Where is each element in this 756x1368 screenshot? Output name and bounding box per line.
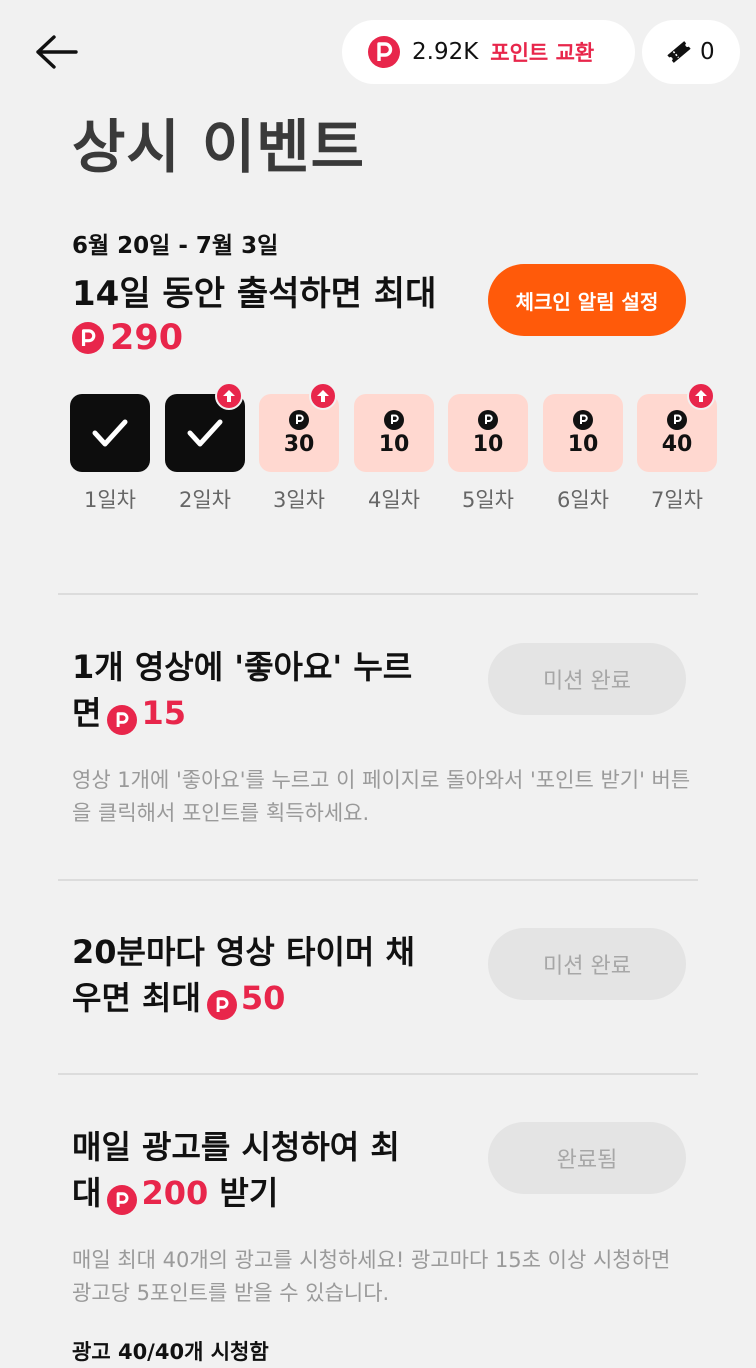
point-coin-icon <box>667 409 687 430</box>
checkin-day-5: 10 5일차 <box>448 394 528 514</box>
point-coin-icon <box>384 409 404 430</box>
point-coin-icon <box>573 409 593 430</box>
ticket-pill[interactable]: 0 <box>642 20 740 84</box>
mission-title-suffix: 받기 <box>219 1174 279 1212</box>
points-balance: 2.92K <box>412 39 479 65</box>
mission-title-line: 우면 최대 <box>72 979 201 1017</box>
points-exchange-link[interactable]: 포인트 교환 <box>490 37 594 67</box>
checkin-day-2: 2일차 <box>165 382 245 514</box>
checkin-day-label: 7일차 <box>650 488 703 512</box>
checkin-max-points: 290 <box>72 318 183 358</box>
point-coin-icon <box>478 409 498 430</box>
checkin-day-label: 2일차 <box>178 488 231 512</box>
ticket-icon <box>667 41 691 63</box>
arrow-left-icon <box>36 35 78 69</box>
checkmark-icon <box>187 419 223 447</box>
checkin-day-label: 1일차 <box>83 488 136 512</box>
checkin-title: 14일 동안 출석하면 최대 <box>72 274 437 314</box>
checkin-day-label: 6일차 <box>556 488 609 512</box>
point-coin-icon <box>72 322 104 354</box>
mission-complete-button[interactable]: 미션 완료 <box>488 643 686 715</box>
mission-title-line: 면 <box>72 694 102 732</box>
checkin-max-points-value: 290 <box>110 318 184 358</box>
point-coin-icon <box>289 409 309 430</box>
checkin-day-points: 10 <box>567 431 599 457</box>
divider <box>58 1073 698 1075</box>
checkin-day-points: 30 <box>283 431 315 457</box>
checkmark-icon <box>92 419 128 447</box>
mission-title: 매일 광고를 시청하여 최 대 200 받기 <box>72 1124 472 1216</box>
mission-title-line: 1개 영상에 '좋아요' 누르 <box>72 648 413 686</box>
mission-description: 영상 1개에 '좋아요'를 누르고 이 페이지로 돌아와서 '포인트 받기' 버… <box>72 768 691 825</box>
checkin-day-tile: 10 <box>354 394 434 472</box>
point-coin-icon <box>368 36 400 68</box>
mission-points: 15 <box>141 694 186 732</box>
mission-complete-button[interactable]: 미션 완료 <box>488 928 686 1000</box>
point-coin-icon <box>107 1185 138 1215</box>
checkin-day-label: 4일차 <box>367 488 420 512</box>
points-exchange-pill[interactable]: 2.92K 포인트 교환 <box>342 20 635 84</box>
ticket-count: 0 <box>700 39 715 65</box>
mission-points: 200 <box>141 1174 209 1212</box>
checkin-day-1: 1일차 <box>70 394 150 514</box>
checkin-day-label: 5일차 <box>461 488 514 512</box>
checkin-day-points: 40 <box>661 431 693 457</box>
mission-title-line: 대 <box>72 1174 102 1212</box>
checkin-reminder-button[interactable]: 체크인 알림 설정 <box>488 264 686 336</box>
mission-title-line: 20분마다 영상 타이머 채 <box>72 933 415 971</box>
checkin-day-4: 10 4일차 <box>354 394 434 514</box>
mission-done-button[interactable]: 완료됨 <box>488 1122 686 1194</box>
boost-arrow-icon <box>687 382 715 410</box>
checkin-day-tile <box>70 394 150 472</box>
checkin-day-tile: 10 <box>543 394 623 472</box>
mission-title: 20분마다 영상 타이머 채 우면 최대 50 <box>72 929 472 1021</box>
checkin-day-tile: 10 <box>448 394 528 472</box>
point-coin-icon <box>107 705 138 735</box>
point-coin-icon <box>206 990 237 1020</box>
mission-title-line: 매일 광고를 시청하여 최 <box>72 1128 400 1166</box>
checkin-day-7: 40 7일차 <box>637 382 717 514</box>
back-button[interactable] <box>30 28 82 76</box>
ad-watch-progress: 광고 40/40개 시청함 <box>72 1340 269 1364</box>
divider <box>58 879 698 881</box>
boost-arrow-icon <box>309 382 337 410</box>
boost-arrow-icon <box>215 382 243 410</box>
checkin-day-points: 10 <box>378 431 410 457</box>
divider <box>58 593 698 595</box>
mission-description: 매일 최대 40개의 광고를 시청하세요! 광고마다 15초 이상 시청하면 광… <box>72 1248 671 1305</box>
checkin-days: 1일차 2일차 30 3일차 10 4일차 10 5일차 10 6일차 40 7일차 <box>70 382 756 524</box>
checkin-date-range: 6월 20일 - 7월 3일 <box>72 233 279 259</box>
checkin-day-6: 10 6일차 <box>543 394 623 514</box>
mission-title: 1개 영상에 '좋아요' 누르 면 15 <box>72 644 472 736</box>
checkin-day-points: 10 <box>472 431 504 457</box>
page-title: 상시 이벤트 <box>72 113 365 181</box>
checkin-day-label: 3일차 <box>272 488 325 512</box>
checkin-day-3: 30 3일차 <box>259 382 339 514</box>
mission-points: 50 <box>240 979 286 1017</box>
